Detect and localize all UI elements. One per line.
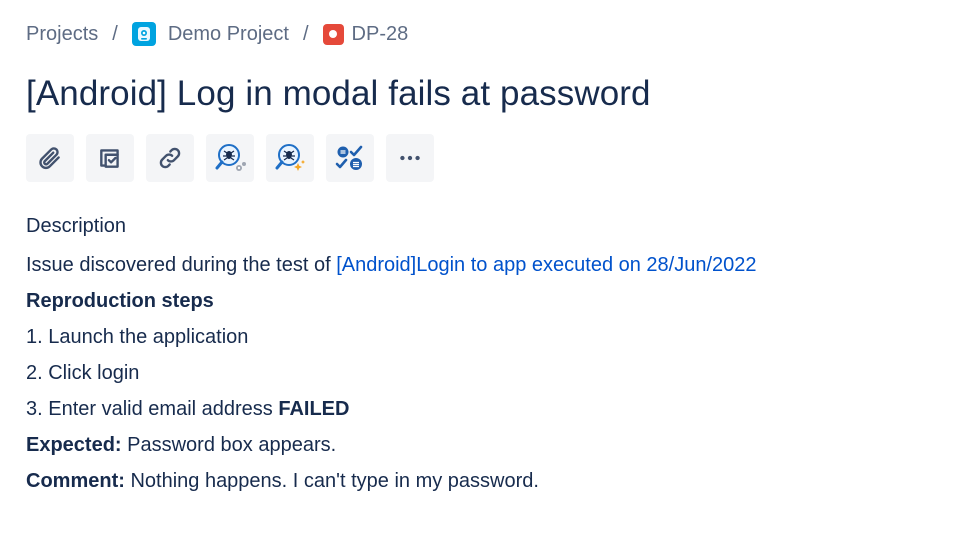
add-child-issue-button[interactable] [86,134,134,182]
breadcrumb-projects-link[interactable]: Projects [26,23,98,46]
breadcrumb-issue-key: DP-28 [351,22,409,45]
bug-issue-type-icon [322,23,344,45]
breadcrumb: Projects / Demo Project / DP-28 [26,22,408,46]
step-3: 3. Enter valid email address FAILED [26,398,350,420]
bug-search-icon [215,144,246,171]
checkbox-icon [100,149,119,168]
comment-text: Nothing happens. I can't type in my pass… [124,470,539,492]
bug-sparkle-button[interactable] [266,134,314,182]
issue-title[interactable]: [Android] Log in modal fails at password [26,74,651,114]
bug-sparkle-icon [275,144,305,171]
breadcrumb-project-link[interactable]: Demo Project [131,22,289,46]
comment-label: Comment: [26,470,125,492]
repro-heading: Reproduction steps [26,290,214,312]
discovered-line: Issue discovered during the test of [And… [26,247,757,283]
link-icon [159,147,181,169]
attach-button[interactable] [26,134,74,182]
failed-status: FAILED [278,398,350,420]
checklist-button[interactable] [326,134,374,182]
bug-search-button[interactable] [206,134,254,182]
breadcrumb-separator: / [302,22,309,45]
breadcrumb-separator: / [112,22,118,45]
discovered-prefix: Issue discovered during the test of [26,254,337,276]
description-heading: Description [26,215,127,237]
breadcrumb-issue-link[interactable]: DP-28 [322,22,409,46]
comment-line: Comment: Nothing happens. I can't type i… [26,463,757,499]
more-icon [400,155,420,161]
description-section: Description Issue discovered during the … [26,213,757,499]
issue-toolbar [26,134,434,182]
checklist-icon [335,145,363,170]
test-execution-link[interactable]: [Android]Login to app executed on 28/Jun… [336,254,756,276]
step-1: 1. Launch the application [26,326,249,348]
breadcrumb-project-label: Demo Project [167,22,289,45]
step-2: 2. Click login [26,362,140,384]
project-avatar-icon [131,22,156,46]
expected-line: Expected: Password box appears. [26,427,757,463]
more-button[interactable] [386,134,434,182]
expected-text: Password box appears. [121,434,337,456]
expected-label: Expected: [26,434,122,456]
link-issue-button[interactable] [146,134,194,182]
paperclip-icon [39,147,60,170]
